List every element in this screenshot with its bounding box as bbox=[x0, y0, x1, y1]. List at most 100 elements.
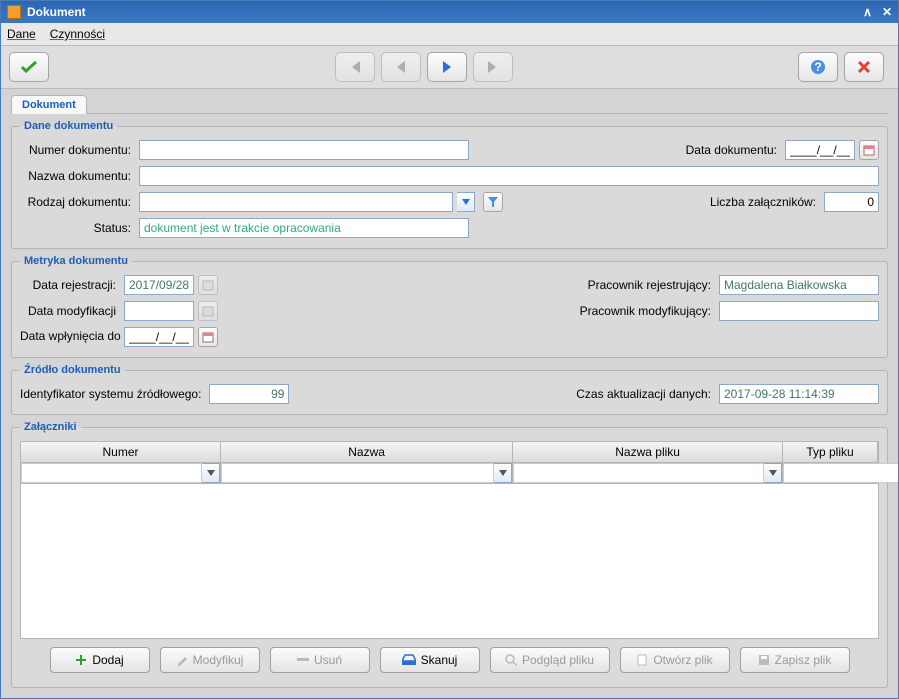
menu-czynnosci[interactable]: Czynności bbox=[50, 27, 105, 41]
otworz-button[interactable]: Otwórz plik bbox=[620, 647, 730, 673]
fieldset-zrodlo: Źródło dokumentu Identyfikator systemu ź… bbox=[11, 364, 888, 415]
minimize-icon[interactable]: ∧ bbox=[863, 5, 872, 19]
filter-icon bbox=[487, 196, 499, 208]
data-dok-input[interactable] bbox=[785, 140, 855, 160]
numer-input[interactable] bbox=[139, 140, 469, 160]
open-icon bbox=[636, 654, 648, 666]
close-icon[interactable]: ✕ bbox=[882, 5, 892, 19]
next-icon bbox=[441, 60, 453, 74]
status-field bbox=[139, 218, 469, 238]
plus-icon bbox=[75, 654, 87, 666]
last-icon bbox=[486, 60, 500, 74]
chevron-down-icon bbox=[769, 470, 777, 476]
last-button[interactable] bbox=[473, 52, 513, 82]
attachments-table: Numer Nazwa Nazwa pliku Typ pliku bbox=[20, 441, 879, 639]
titlebar: Dokument ∧ ✕ bbox=[1, 1, 898, 23]
fieldset-metryka: Metryka dokumentu Data rejestracji: Prac… bbox=[11, 255, 888, 358]
th-nazwa[interactable]: Nazwa bbox=[221, 442, 513, 462]
filter-nazwa[interactable] bbox=[221, 463, 494, 483]
label-data-arch: Data wpłynięcia do archiwum bbox=[20, 330, 120, 343]
prev-button[interactable] bbox=[381, 52, 421, 82]
usun-button[interactable]: Usuń bbox=[270, 647, 370, 673]
minus-icon bbox=[297, 658, 309, 662]
id-sys-field bbox=[209, 384, 289, 404]
preview-icon bbox=[505, 654, 517, 666]
data-rej-field bbox=[124, 275, 194, 295]
filter-numer-dd[interactable] bbox=[202, 463, 220, 483]
modyfikuj-button[interactable]: Modyfikuj bbox=[160, 647, 260, 673]
rodzaj-lookup[interactable] bbox=[483, 192, 503, 212]
calendar-rej bbox=[198, 275, 218, 295]
label-data-rej: Data rejestracji: bbox=[20, 278, 120, 292]
calendar-icon bbox=[202, 305, 214, 317]
dodaj-button[interactable]: Dodaj bbox=[50, 647, 150, 673]
rodzaj-input[interactable] bbox=[139, 192, 453, 212]
chevron-down-icon bbox=[207, 470, 215, 476]
legend-zalaczniki: Załączniki bbox=[20, 421, 81, 433]
label-prac-rej: Pracownik rejestrujący: bbox=[588, 278, 715, 292]
filter-typ[interactable] bbox=[783, 463, 898, 483]
calendar-mod bbox=[198, 301, 218, 321]
scan-icon bbox=[402, 654, 416, 666]
prac-mod-field bbox=[719, 301, 879, 321]
menu-dane[interactable]: Dane bbox=[7, 27, 36, 41]
filter-nazwa-dd[interactable] bbox=[494, 463, 512, 483]
label-numer: Numer dokumentu: bbox=[20, 143, 135, 157]
help-button[interactable]: ? bbox=[798, 52, 838, 82]
czas-field bbox=[719, 384, 879, 404]
th-nazwa-pliku[interactable]: Nazwa pliku bbox=[513, 442, 783, 462]
th-numer[interactable]: Numer bbox=[21, 442, 221, 462]
app-icon bbox=[7, 5, 21, 19]
first-icon bbox=[348, 60, 362, 74]
x-icon bbox=[857, 60, 871, 74]
table-body[interactable] bbox=[21, 484, 878, 638]
window-title: Dokument bbox=[27, 5, 86, 19]
prev-icon bbox=[395, 60, 407, 74]
calendar-button-dok[interactable] bbox=[859, 140, 879, 160]
liczba-input[interactable] bbox=[824, 192, 879, 212]
menubar: Dane Czynności bbox=[1, 23, 898, 46]
chevron-down-icon bbox=[499, 470, 507, 476]
calendar-arch[interactable] bbox=[198, 327, 218, 347]
next-button[interactable] bbox=[427, 52, 467, 82]
label-rodzaj: Rodzaj dokumentu: bbox=[20, 195, 135, 209]
filter-nazwa-pliku[interactable] bbox=[513, 463, 764, 483]
filter-nazwa-pliku-dd[interactable] bbox=[764, 463, 782, 483]
skanuj-button[interactable]: Skanuj bbox=[380, 647, 480, 673]
label-status: Status: bbox=[20, 221, 135, 235]
label-prac-mod: Pracownik modyfikujący: bbox=[580, 304, 715, 318]
label-czas: Czas aktualizacji danych: bbox=[576, 387, 715, 401]
first-button[interactable] bbox=[335, 52, 375, 82]
calendar-icon bbox=[202, 279, 214, 291]
label-liczba: Liczba załączników: bbox=[710, 195, 820, 209]
legend-metryka: Metryka dokumentu bbox=[20, 255, 132, 267]
fieldset-zalaczniki: Załączniki Numer Nazwa Nazwa pliku Typ p… bbox=[11, 421, 888, 688]
nazwa-input[interactable] bbox=[139, 166, 879, 186]
label-data-dok: Data dokumentu: bbox=[686, 143, 781, 157]
rodzaj-dropdown[interactable] bbox=[457, 192, 475, 212]
filter-numer[interactable] bbox=[21, 463, 202, 483]
accept-button[interactable] bbox=[9, 52, 49, 82]
chevron-down-icon bbox=[462, 199, 470, 205]
label-nazwa: Nazwa dokumentu: bbox=[20, 169, 135, 183]
edit-icon bbox=[176, 654, 188, 666]
calendar-icon bbox=[863, 144, 875, 156]
tab-strip: Dokument bbox=[11, 95, 888, 114]
legend-dane: Dane dokumentu bbox=[20, 120, 117, 132]
prac-rej-field bbox=[719, 275, 879, 295]
label-id-sys: Identyfikator systemu źródłowego: bbox=[20, 387, 205, 401]
cancel-button[interactable] bbox=[844, 52, 884, 82]
toolbar: ? bbox=[1, 46, 898, 89]
svg-text:?: ? bbox=[814, 60, 821, 74]
label-data-mod: Data modyfikacji bbox=[20, 304, 120, 318]
help-icon: ? bbox=[810, 59, 826, 75]
calendar-icon bbox=[202, 331, 214, 343]
window: Dokument ∧ ✕ Dane Czynności ? bbox=[0, 0, 899, 699]
fieldset-dane-dokumentu: Dane dokumentu Numer dokumentu: Data dok… bbox=[11, 120, 888, 249]
data-arch-input[interactable] bbox=[124, 327, 194, 347]
zapisz-button[interactable]: Zapisz plik bbox=[740, 647, 850, 673]
tab-dokument[interactable]: Dokument bbox=[11, 95, 87, 114]
podglad-button[interactable]: Podgląd pliku bbox=[490, 647, 610, 673]
check-icon bbox=[20, 60, 38, 74]
th-typ[interactable]: Typ pliku bbox=[783, 442, 878, 462]
